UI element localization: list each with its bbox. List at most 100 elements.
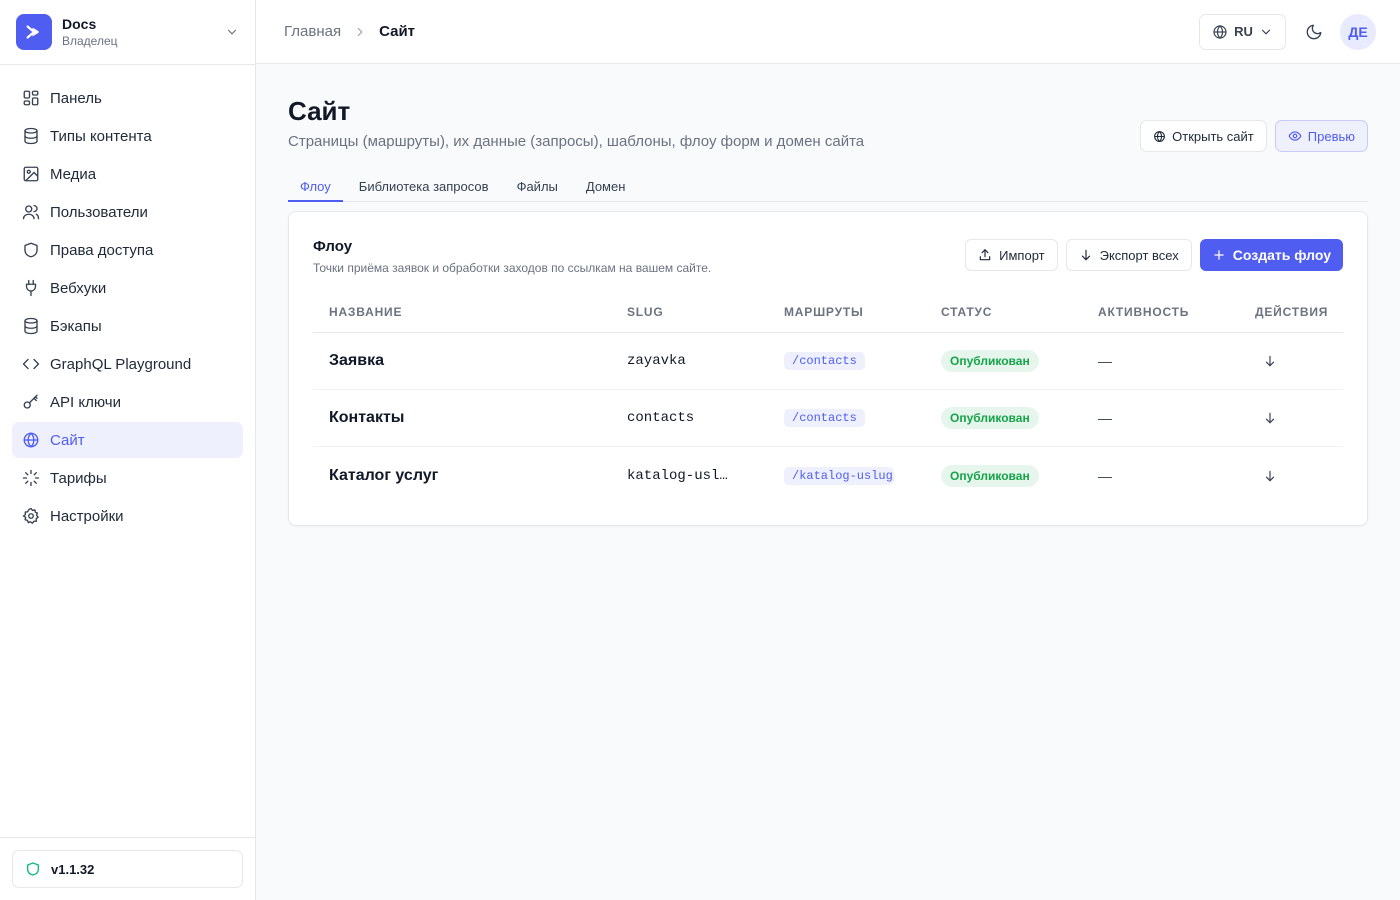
loader-icon (22, 469, 40, 487)
export-row-button[interactable] (1239, 411, 1343, 425)
sidebar-item-permissions[interactable]: Права доступа (12, 232, 243, 268)
import-button[interactable]: Импорт (965, 239, 1058, 271)
topbar: Главная Сайт RU ДЕ (256, 0, 1400, 64)
activity-value: — (1098, 353, 1112, 369)
app-logo-icon (16, 14, 52, 50)
sidebar: Docs Владелец Панель Типы контента Медиа… (0, 0, 256, 900)
version-badge[interactable]: v1.1.32 (12, 850, 243, 888)
flows-title: Флоу (313, 238, 353, 255)
page-title: Сайт (288, 96, 351, 126)
chevron-down-icon (227, 29, 237, 35)
preview-label: Превью (1307, 128, 1355, 144)
plug-icon (25, 279, 37, 297)
sidebar-footer: v1.1.32 (0, 837, 255, 900)
flow-name[interactable]: Каталог услуг (313, 467, 611, 485)
shield-check-icon (27, 862, 39, 876)
sidebar-item-label: Сайт (50, 431, 85, 449)
flows-subtitle: Точки приёма заявок и обработки заходов … (313, 261, 712, 275)
code-icon (22, 358, 40, 370)
globe-icon (1154, 130, 1166, 142)
tab-domain[interactable]: Домен (574, 174, 638, 202)
sidebar-item-label: Панель (50, 89, 102, 107)
sidebar-item-label: GraphQL Playground (50, 355, 192, 373)
chevron-down-icon (1261, 29, 1270, 35)
flows-card: Флоу Точки приёма заявок и обработки зах… (288, 211, 1368, 526)
dashboard-icon (23, 90, 39, 106)
workspace-role: Владелец (62, 33, 118, 48)
tab-query-library[interactable]: Библиотека запросов (347, 174, 501, 202)
workspace-switcher[interactable]: Docs Владелец (0, 0, 255, 65)
activity-value: — (1098, 410, 1112, 426)
database-icon (24, 127, 38, 145)
sidebar-item-label: Тарифы (50, 469, 107, 487)
sidebar-item-label: Медиа (50, 165, 97, 183)
sidebar-item-label: Бэкапы (50, 317, 102, 335)
sidebar-item-label: Вебхуки (50, 279, 107, 297)
sidebar-item-label: Настройки (50, 507, 124, 525)
table-row[interactable]: Контакты contacts /contacts Опубликован … (313, 390, 1343, 447)
sidebar-item-graphql[interactable]: GraphQL Playground (12, 346, 243, 382)
arrow-down-icon (1081, 249, 1090, 261)
chevron-right-icon (357, 27, 363, 36)
status-badge: Опубликован (941, 407, 1039, 429)
sidebar-item-plans[interactable]: Тарифы (12, 460, 243, 496)
upload-icon (979, 249, 991, 261)
sidebar-item-site[interactable]: Сайт (12, 422, 243, 458)
open-site-label: Открыть сайт (1172, 128, 1254, 144)
sidebar-item-content-types[interactable]: Типы контента (12, 118, 243, 154)
page-actions: Открыть сайт Превью (1140, 120, 1368, 152)
language-value: RU (1234, 24, 1253, 39)
sidebar-item-media[interactable]: Медиа (12, 156, 243, 192)
language-select[interactable]: RU (1199, 13, 1286, 50)
sidebar-item-label: Права доступа (50, 241, 154, 259)
preview-button[interactable]: Превью (1274, 120, 1368, 152)
create-flow-button[interactable]: Создать флоу (1199, 239, 1343, 271)
sidebar-item-settings[interactable]: Настройки (12, 498, 243, 534)
column-header-name[interactable]: НАЗВАНИЕ (313, 305, 611, 319)
flow-slug: zayavka (627, 353, 686, 369)
sidebar-item-users[interactable]: Пользователи (12, 194, 243, 230)
import-label: Импорт (999, 247, 1045, 263)
page-subtitle: Страницы (маршруты), их данные (запросы)… (288, 133, 865, 150)
theme-toggle[interactable] (1296, 14, 1332, 50)
flow-name[interactable]: Заявка (313, 352, 611, 370)
sidebar-item-backups[interactable]: Бэкапы (12, 308, 243, 344)
key-icon (23, 394, 38, 409)
sidebar-item-webhooks[interactable]: Вебхуки (12, 270, 243, 306)
sidebar-nav: Панель Типы контента Медиа Пользователи … (0, 65, 255, 534)
column-header-routes[interactable]: МАРШРУТЫ (768, 305, 925, 319)
table-row[interactable]: Заявка zayavka /contacts Опубликован — (313, 333, 1343, 390)
export-all-button[interactable]: Экспорт всех (1065, 239, 1192, 271)
route-badge[interactable]: /contacts (784, 352, 865, 371)
avatar[interactable]: ДЕ (1340, 13, 1376, 50)
breadcrumb-home[interactable]: Главная (284, 23, 341, 40)
route-badge[interactable]: /katalog-uslug (784, 466, 894, 485)
sidebar-item-label: Типы контента (50, 127, 152, 145)
flow-name[interactable]: Контакты (313, 409, 611, 427)
sidebar-item-label: API ключи (50, 393, 121, 411)
column-header-status[interactable]: СТАТУС (925, 305, 1082, 319)
table-header: НАЗВАНИЕ SLUG МАРШРУТЫ СТАТУС АКТИВНОСТЬ… (313, 291, 1343, 333)
flows-actions: Импорт Экспорт всех Создать флоу (965, 239, 1343, 271)
activity-value: — (1098, 467, 1112, 484)
route-badge[interactable]: /contacts (784, 409, 865, 428)
eye-icon (1288, 131, 1302, 141)
main-content: Сайт Страницы (маршруты), их данные (зап… (256, 64, 1400, 900)
gear-icon (22, 507, 39, 524)
tab-flows[interactable]: Флоу (288, 174, 343, 202)
column-header-slug[interactable]: SLUG (611, 305, 768, 319)
export-row-button[interactable] (1239, 469, 1343, 483)
tab-files[interactable]: Файлы (505, 174, 570, 202)
create-flow-label: Создать флоу (1232, 247, 1331, 263)
sidebar-item-label: Пользователи (50, 203, 148, 221)
column-header-activity[interactable]: АКТИВНОСТЬ (1082, 305, 1239, 319)
arrow-down-icon (1265, 355, 1275, 367)
table-row[interactable]: Каталог услуг katalog-usl… /katalog-uslu… (313, 447, 1343, 504)
open-site-button[interactable]: Открыть сайт (1140, 120, 1267, 152)
database-icon (24, 317, 38, 335)
sidebar-item-api-keys[interactable]: API ключи (12, 384, 243, 420)
workspace-name: Docs (62, 15, 97, 32)
export-row-button[interactable] (1239, 354, 1343, 368)
arrow-down-icon (1265, 470, 1275, 481)
sidebar-item-dashboard[interactable]: Панель (12, 80, 243, 116)
